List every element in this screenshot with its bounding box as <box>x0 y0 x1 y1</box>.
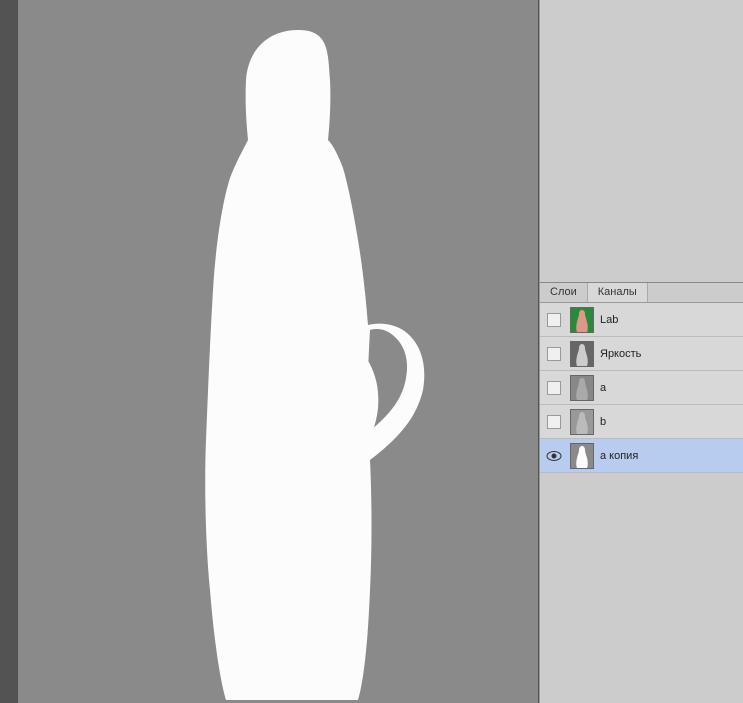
canvas-area[interactable] <box>18 0 538 703</box>
panels-spacer-top <box>540 0 743 282</box>
channel-row-a[interactable]: a <box>540 371 743 405</box>
eye-icon <box>546 451 562 461</box>
visibility-toggle[interactable] <box>544 347 564 361</box>
visibility-toggle[interactable] <box>544 313 564 327</box>
visibility-toggle[interactable] <box>544 451 564 461</box>
tab-layers[interactable]: Слои <box>540 283 588 302</box>
visibility-toggle[interactable] <box>544 415 564 429</box>
canvas-silhouette <box>158 30 438 700</box>
panels-area: Слои Каналы Lab Яркость <box>539 0 743 703</box>
channels-list: Lab Яркость a <box>540 302 743 473</box>
channel-row-lightness[interactable]: Яркость <box>540 337 743 371</box>
channel-thumb-b[interactable] <box>570 409 594 435</box>
panels-spacer-bottom <box>540 473 743 683</box>
channel-thumb-lab[interactable] <box>570 307 594 333</box>
channel-name: a <box>600 382 606 394</box>
channel-name: b <box>600 416 606 428</box>
channel-row-a-copy[interactable]: a копия <box>540 439 743 473</box>
channel-thumb-a[interactable] <box>570 375 594 401</box>
checkbox-icon <box>547 313 561 327</box>
checkbox-icon <box>547 347 561 361</box>
channel-name: Lab <box>600 314 618 326</box>
checkbox-icon <box>547 381 561 395</box>
channel-name: Яркость <box>600 348 641 360</box>
visibility-toggle[interactable] <box>544 381 564 395</box>
tab-channels[interactable]: Каналы <box>588 283 648 302</box>
channel-thumb-a-copy[interactable] <box>570 443 594 469</box>
channel-name: a копия <box>600 450 638 462</box>
channel-thumb-lightness[interactable] <box>570 341 594 367</box>
panel-tabs: Слои Каналы <box>540 282 743 302</box>
channel-row-b[interactable]: b <box>540 405 743 439</box>
checkbox-icon <box>547 415 561 429</box>
channel-row-lab[interactable]: Lab <box>540 303 743 337</box>
